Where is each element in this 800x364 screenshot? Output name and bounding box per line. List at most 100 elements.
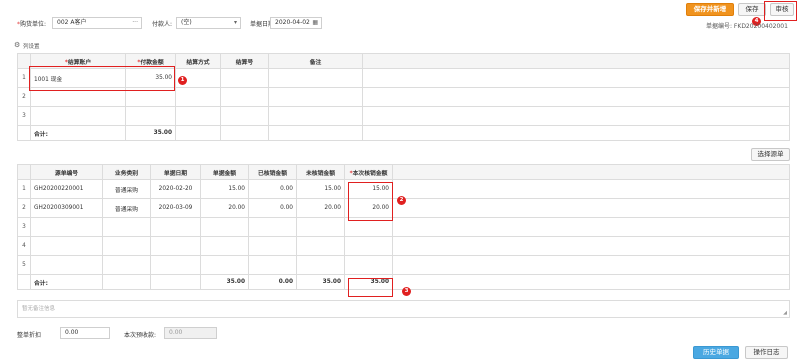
annotation-box-audit — [764, 1, 797, 21]
date-cell: 2020-02-20 — [150, 179, 201, 199]
chevron-down-icon[interactable]: ▾ — [234, 18, 237, 28]
total-empty — [150, 274, 201, 290]
note-cell[interactable] — [268, 106, 363, 126]
source-no-cell[interactable] — [30, 236, 103, 256]
unverified-cell — [296, 236, 345, 256]
doc-amount-cell: 20.00 — [200, 198, 249, 218]
type-cell: 普通采购 — [102, 179, 151, 199]
row-index: 5 — [17, 255, 31, 275]
date-cell — [150, 217, 201, 237]
calendar-icon[interactable]: ▦ — [312, 18, 318, 28]
annotation-marker-1: 1 — [178, 76, 187, 85]
history-button[interactable]: 历史单据 — [693, 346, 739, 359]
filler-cell — [392, 198, 790, 218]
buyer-label: *购货单位: — [17, 21, 47, 28]
prepay-label: 本次预收款: — [124, 332, 157, 339]
table-row[interactable]: 3 — [17, 217, 790, 237]
table-row[interactable]: 3 — [17, 106, 790, 126]
save-button[interactable]: 保存 — [738, 3, 766, 16]
col-business-type: 业务类别 — [102, 164, 151, 180]
doc-number: 单据编号: FKD20200402001 — [706, 23, 788, 30]
row-index: 3 — [17, 106, 31, 126]
total-empty — [268, 125, 363, 141]
date-cell — [150, 236, 201, 256]
date-cell — [150, 255, 201, 275]
select-source-button[interactable]: 选择源单 — [751, 148, 790, 161]
verified-cell — [248, 255, 297, 275]
row-index: 1 — [17, 179, 31, 199]
row-index: 2 — [17, 198, 31, 218]
type-cell — [102, 217, 151, 237]
amount-cell[interactable] — [125, 106, 176, 126]
col-verified: 已核销金额 — [248, 164, 297, 180]
source-header-row: 源单编号 业务类别 单据日期 单据金额 已核销金额 未核销金额 *本次核销金额 — [17, 164, 790, 180]
discount-input[interactable]: 0.00 — [60, 327, 110, 339]
settle-no-cell[interactable] — [220, 87, 269, 107]
total-empty — [175, 125, 221, 141]
filler-cell — [392, 179, 790, 199]
total-doc-amount: 35.00 — [200, 274, 249, 290]
filler-cell — [392, 255, 790, 275]
annotation-box-current-amounts — [348, 182, 393, 221]
date-field[interactable]: 2020-04-02 ▦ — [270, 17, 322, 29]
col-note: 备注 — [268, 53, 363, 69]
total-index — [17, 125, 31, 141]
unverified-cell: 15.00 — [296, 179, 345, 199]
save-and-new-button[interactable]: 保存并新增 — [686, 3, 734, 16]
filler-cell — [362, 68, 790, 88]
settle-no-cell[interactable] — [220, 106, 269, 126]
col-doc-date: 单据日期 — [150, 164, 201, 180]
settlement-total-row: 合计: 35.00 — [17, 125, 790, 141]
method-cell[interactable] — [175, 87, 221, 107]
verified-cell — [248, 217, 297, 237]
settle-no-cell[interactable] — [220, 68, 269, 88]
total-index — [17, 274, 31, 290]
source-table: 源单编号 业务类别 单据日期 单据金额 已核销金额 未核销金额 *本次核销金额 … — [17, 164, 790, 290]
annotation-box-settlement — [29, 66, 175, 91]
current-cell[interactable] — [344, 236, 393, 256]
doc-amount-cell — [200, 217, 249, 237]
source-no-cell[interactable] — [30, 217, 103, 237]
payee-select[interactable]: (空) ▾ — [176, 17, 241, 29]
doc-amount-cell — [200, 255, 249, 275]
source-no-cell[interactable] — [30, 255, 103, 275]
total-empty — [220, 125, 269, 141]
doc-amount-cell: 15.00 — [200, 179, 249, 199]
account-cell[interactable] — [30, 106, 126, 126]
source-no-cell[interactable]: GH20200220001 — [30, 179, 103, 199]
note-cell[interactable] — [268, 87, 363, 107]
unverified-cell — [296, 217, 345, 237]
table-row[interactable]: 5 — [17, 255, 790, 275]
buyer-field[interactable]: 002 A客户 ··· — [52, 17, 142, 29]
total-empty — [102, 274, 151, 290]
payee-label: 付款人: — [152, 21, 173, 28]
total-label: 合计: — [30, 274, 103, 290]
filler-cell — [392, 236, 790, 256]
doc-amount-cell — [200, 236, 249, 256]
type-cell — [102, 236, 151, 256]
verified-cell: 0.00 — [248, 179, 297, 199]
method-cell[interactable] — [175, 106, 221, 126]
note-cell[interactable] — [268, 68, 363, 88]
annotation-marker-2: 2 — [397, 196, 406, 205]
table-row[interactable]: 4 — [17, 236, 790, 256]
annotation-box-current-total — [348, 278, 393, 297]
resize-handle-icon[interactable]: ◢ — [783, 310, 787, 316]
total-empty — [362, 125, 790, 141]
filler-cell — [362, 106, 790, 126]
buyer-more-icon[interactable]: ··· — [132, 18, 138, 28]
column-settings-label[interactable]: 列设置 — [23, 42, 40, 50]
gear-icon[interactable]: ⚙ — [14, 41, 20, 49]
total-empty — [392, 274, 790, 290]
col-method: 结算方式 — [175, 53, 221, 69]
current-cell[interactable] — [344, 255, 393, 275]
prepay-input: 0.00 — [164, 327, 217, 339]
operation-log-button[interactable]: 操作日志 — [745, 346, 788, 359]
total-unverified: 35.00 — [296, 274, 345, 290]
col-filler — [362, 53, 790, 69]
row-index: 3 — [17, 217, 31, 237]
total-verified: 0.00 — [248, 274, 297, 290]
source-no-cell[interactable]: GH20200309001 — [30, 198, 103, 218]
verified-cell — [248, 236, 297, 256]
remark-textarea[interactable]: 暂无备注信息 ◢ — [17, 300, 790, 318]
